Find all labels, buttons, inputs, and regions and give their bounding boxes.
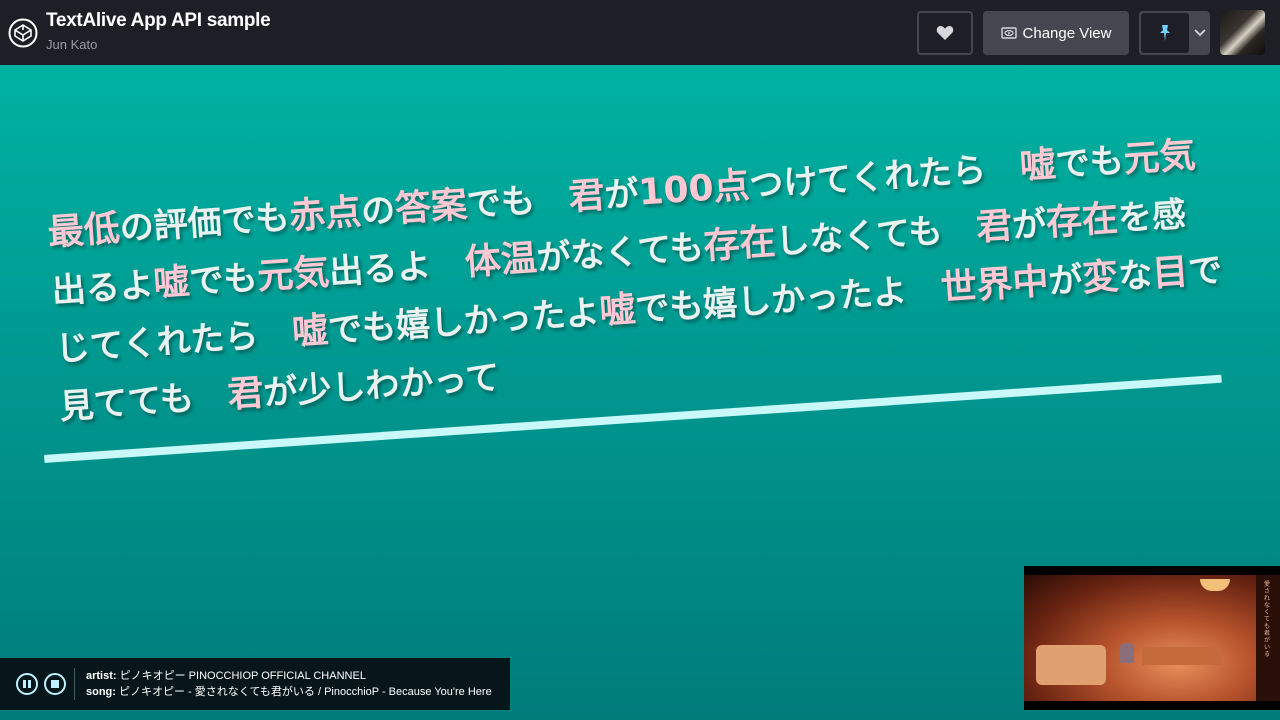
song-value: ピノキオピー - 愛されなくても君がいる / PinocchioP - Beca…	[119, 686, 492, 698]
lyric-word: の	[359, 190, 397, 233]
lyric-word-highlight: 元気	[256, 251, 331, 298]
video-sofa	[1036, 645, 1106, 685]
pause-icon	[22, 680, 32, 688]
lyric-word-highlight: 君	[226, 372, 266, 417]
lyric-word: の	[118, 206, 156, 249]
lyric-word: がなくても	[535, 227, 706, 279]
lyric-word-highlight: 目	[1150, 251, 1190, 295]
lyric-word-highlight: 存在	[702, 221, 777, 268]
lyric-word	[906, 269, 943, 311]
lyric-word: でも	[465, 180, 537, 226]
lyric-word	[257, 314, 294, 356]
lyric-word-highlight: 君	[567, 175, 607, 219]
lyric-word: 出るよ	[50, 264, 156, 312]
lyric-word	[985, 148, 1022, 190]
lyric-word: が	[1047, 259, 1084, 302]
lyric-word: 出るよ	[327, 245, 433, 293]
lyric-word: しなくても	[774, 211, 944, 263]
video-table	[1142, 647, 1222, 665]
lyric-word: 少	[296, 369, 333, 412]
lyric-word-highlight: 赤点	[287, 191, 363, 238]
lyric-word: な	[1117, 254, 1154, 298]
lyric-word: しかったよ	[428, 292, 601, 345]
page-title[interactable]: TextAlive App API sample	[46, 10, 271, 32]
artist-value: ピノキオピー PINOCCHIOP OFFICIAL CHANNEL	[119, 670, 366, 682]
lyric-word: しかったよ	[735, 271, 909, 324]
lyric-word: じてくれたら	[54, 315, 260, 370]
video-figure	[1120, 643, 1134, 663]
lyric-word: で	[1186, 250, 1224, 293]
codepen-cube-icon[interactable]	[8, 18, 38, 48]
change-view-label: Change View	[1022, 24, 1112, 42]
heart-icon	[936, 26, 954, 40]
lyric-word: が	[1010, 204, 1048, 247]
lyric-word: でも	[188, 257, 259, 303]
lyric-word-highlight: 答案	[393, 184, 469, 231]
author-name[interactable]: Jun Kato	[46, 37, 97, 52]
lyric-word: しわかって	[330, 357, 501, 409]
lyric-word: でも	[1054, 140, 1126, 186]
lyric-word	[534, 178, 571, 220]
lyric-word-highlight: 体温	[463, 237, 539, 284]
lyric-word: でも	[326, 306, 398, 352]
stop-icon	[51, 680, 59, 688]
video-lamp	[1200, 579, 1230, 591]
pause-button[interactable]	[16, 673, 38, 695]
song-label: song:	[86, 686, 116, 698]
pin-icon	[1160, 25, 1170, 41]
lyric-word-highlight: 嘘	[1018, 144, 1058, 188]
divider	[74, 668, 75, 700]
artist-label: artist:	[86, 670, 117, 682]
lyric-word-highlight: 世界中	[939, 261, 1050, 310]
lyric-word-highlight: 君	[974, 205, 1014, 249]
video-player[interactable]: 愛されなくても君がいる	[1024, 566, 1280, 710]
lyric-word: でも	[220, 197, 291, 243]
lyric-word-highlight: 嘘	[152, 261, 191, 305]
change-view-button[interactable]: Change View	[983, 11, 1129, 55]
lyric-word: 嬉	[394, 304, 432, 347]
song-info: artist: ピノキオピー PINOCCHIOP OFFICIAL CHANN…	[86, 668, 492, 700]
song-row: song: ピノキオピー - 愛されなくても君がいる / PinocchioP …	[86, 684, 492, 700]
lyric-word: でも	[634, 285, 705, 331]
pin-button-group	[1139, 11, 1210, 55]
lyric-word-highlight: 変	[1081, 256, 1120, 300]
lyric-word: 見てても	[58, 378, 196, 428]
video-frame: 愛されなくても君がいる	[1024, 575, 1280, 701]
chevron-down-icon	[1193, 29, 1206, 37]
lyric-word-highlight: 嘘	[290, 310, 330, 354]
artist-row: artist: ピノキオピー PINOCCHIOP OFFICIAL CHANN…	[86, 668, 492, 684]
player-panel: artist: ピノキオピー PINOCCHIOP OFFICIAL CHANN…	[0, 658, 510, 710]
lyric-word: 評価	[152, 202, 223, 247]
heart-button[interactable]	[917, 11, 973, 55]
lyric-word-highlight: 100点	[637, 165, 751, 214]
pin-menu-button[interactable]	[1189, 11, 1210, 55]
lyric-word: が	[603, 173, 641, 216]
lyric-word-highlight: 最低	[46, 208, 122, 254]
stop-button[interactable]	[44, 673, 66, 695]
lyric-word: 嬉	[702, 283, 739, 326]
lyric-word	[430, 244, 467, 286]
lyric-word	[192, 376, 229, 418]
lyric-word: が	[262, 371, 299, 414]
video-side-text: 愛されなくても君がいる	[1264, 581, 1271, 658]
lyric-word-highlight: 元気	[1122, 134, 1197, 181]
lyric-word-highlight: 嘘	[598, 289, 637, 333]
lyric-word: つけてくれたら	[748, 150, 988, 207]
lyric-word: を	[1116, 196, 1154, 240]
avatar[interactable]	[1220, 10, 1265, 55]
lyric-word-highlight: 存在	[1044, 198, 1120, 244]
header-bar: TextAlive App API sample Jun Kato Change…	[0, 0, 1280, 65]
lyric-word: 感	[1150, 194, 1188, 237]
lyric-word	[941, 209, 978, 251]
pin-button[interactable]	[1141, 13, 1189, 53]
eye-frame-icon	[1000, 27, 1017, 39]
